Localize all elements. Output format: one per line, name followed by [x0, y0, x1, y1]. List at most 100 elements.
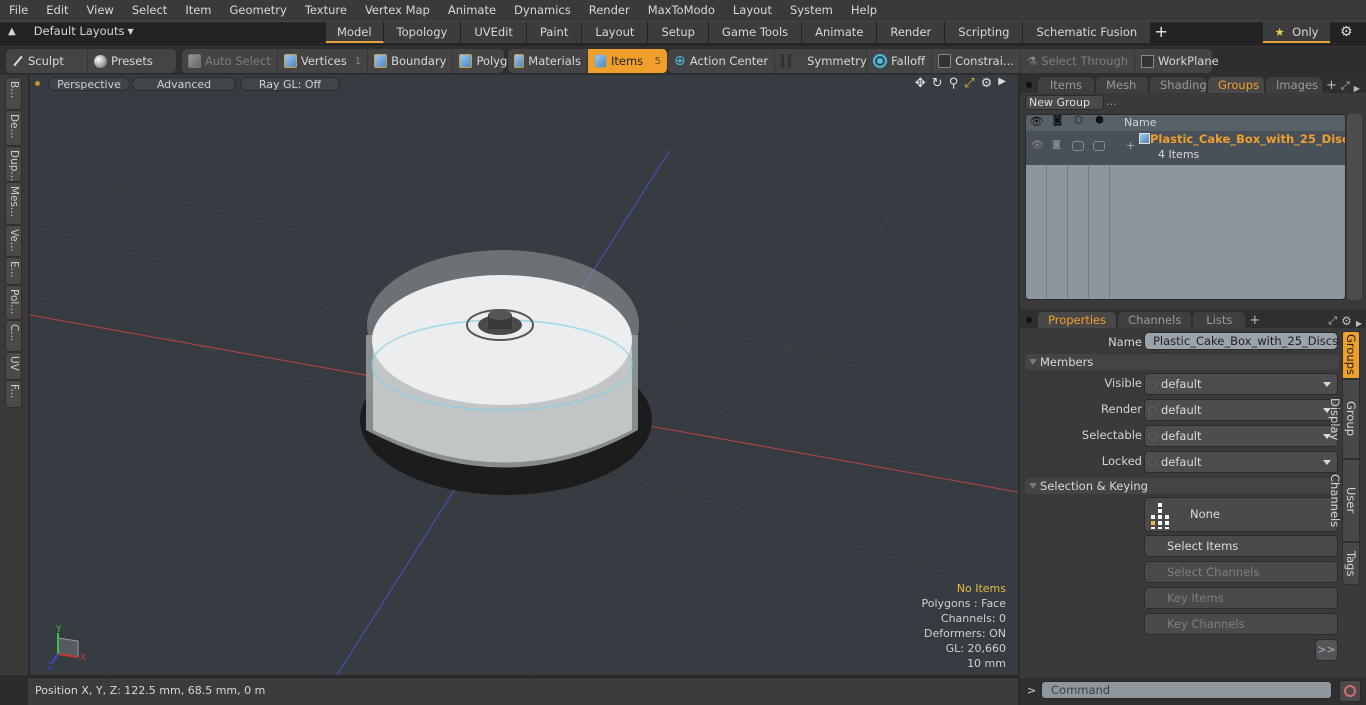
layouts-dropdown[interactable]: ▲ Default Layouts ▼ — [8, 24, 134, 38]
menu-geometry[interactable]: Geometry — [221, 0, 296, 21]
menu-help[interactable]: Help — [842, 0, 886, 21]
select-items-button[interactable]: Select Items — [1144, 535, 1338, 557]
only-button[interactable]: ★ Only — [1263, 22, 1330, 43]
panel-dot-icon[interactable] — [1026, 82, 1032, 88]
menu-select[interactable]: Select — [123, 0, 176, 21]
tab-schematic-fusion[interactable]: Schematic Fusion — [1023, 22, 1152, 43]
menu-maxtomodo[interactable]: MaxToModo — [639, 0, 724, 21]
tab-mesh[interactable]: Mesh ... — [1096, 77, 1148, 108]
tab-layout[interactable]: Layout — [582, 22, 649, 43]
items-button[interactable]: Items 5 — [588, 49, 668, 73]
maximize-icon[interactable]: ⤢ — [1341, 79, 1350, 93]
row-lock-checkbox[interactable] — [1093, 141, 1105, 151]
row-select-checkbox[interactable] — [1072, 141, 1084, 151]
menu-edit[interactable]: Edit — [37, 0, 77, 21]
tab-items[interactable]: Items — [1038, 77, 1094, 93]
tab-lists[interactable]: Lists — [1193, 312, 1246, 328]
move-view-icon[interactable]: ✥ — [915, 76, 926, 91]
left-tab-edge[interactable]: E... — [5, 257, 22, 285]
select-header-icon[interactable]: ⬡ — [1068, 115, 1089, 131]
tab-setup[interactable]: Setup — [648, 22, 709, 43]
tab-paint[interactable]: Paint — [526, 22, 583, 43]
name-column-header[interactable]: Name — [1124, 115, 1156, 131]
more-button[interactable]: >> — [1315, 639, 1338, 661]
add-panel-tab-icon[interactable]: + — [1326, 78, 1337, 93]
none-selector[interactable]: None — [1144, 497, 1338, 532]
tab-images[interactable]: Images — [1266, 77, 1322, 93]
presets-button[interactable]: Presets — [88, 49, 159, 73]
menu-view[interactable]: View — [78, 0, 123, 21]
selectable-dropdown[interactable]: default — [1144, 425, 1338, 447]
key-channels-button[interactable]: Key Channels — [1144, 613, 1338, 635]
add-tab-icon[interactable]: + — [1151, 22, 1171, 44]
record-macro-button[interactable] — [1339, 680, 1361, 702]
left-tab-curve[interactable]: C... — [5, 320, 22, 352]
expand-plus-icon[interactable]: + — [1126, 139, 1135, 152]
group-row[interactable]: 👁 ◙ + Plastic_Cake_Box_with_25_Disc... 4… — [1026, 131, 1345, 165]
auto-select-button[interactable]: Auto Select — [182, 49, 278, 73]
menu-dynamics[interactable]: Dynamics — [505, 0, 580, 21]
tab-render[interactable]: Render — [877, 22, 946, 43]
menu-layout[interactable]: Layout — [724, 0, 781, 21]
render-header-icon[interactable]: ◙ — [1047, 115, 1068, 131]
left-tab-deform[interactable]: De... — [5, 110, 22, 146]
new-group-button[interactable]: New Group — [1025, 95, 1104, 110]
falloff-button[interactable]: Falloff — [867, 49, 933, 73]
left-tab-basic[interactable]: B... — [5, 77, 22, 110]
visibility-header-icon[interactable]: 👁 — [1026, 115, 1047, 131]
zoom-view-icon[interactable]: ⚲ — [949, 76, 959, 91]
tab-scripting[interactable]: Scripting — [945, 22, 1024, 43]
tab-model[interactable]: Model — [326, 22, 384, 43]
command-input[interactable]: Command — [1041, 681, 1332, 699]
members-section[interactable]: Members — [1025, 354, 1339, 370]
properties-gear-icon[interactable]: ⚙ — [1341, 314, 1352, 328]
left-tab-fusion[interactable]: F... — [5, 380, 22, 408]
side-tab-groups[interactable]: Groups — [1342, 331, 1360, 379]
viewport-gear-icon[interactable]: ⚙ — [981, 76, 993, 91]
tab-uvedit[interactable]: UVEdit — [461, 22, 527, 43]
maximize-icon[interactable]: ⤢ — [1328, 314, 1337, 328]
viewport-dot-icon[interactable] — [35, 81, 40, 86]
lock-header-icon[interactable]: ⬢ — [1089, 115, 1110, 131]
left-tab-vertex[interactable]: Ve... — [5, 225, 22, 257]
key-items-button[interactable]: Key Items — [1144, 587, 1338, 609]
locked-dropdown[interactable]: default — [1144, 451, 1338, 473]
tab-properties[interactable]: Properties — [1038, 312, 1117, 328]
left-tab-mesh-edit[interactable]: Mes... — [5, 182, 22, 225]
3d-viewport[interactable]: Y X Z Perspective Advanced Ray GL: Off ✥… — [30, 75, 1018, 675]
materials-button[interactable]: Materials — [508, 49, 588, 73]
add-properties-tab-icon[interactable]: + — [1249, 313, 1260, 328]
advanced-button[interactable]: Advanced — [132, 76, 236, 91]
panel-dot-icon[interactable] — [1026, 317, 1032, 323]
select-channels-button[interactable]: Select Channels — [1144, 561, 1338, 583]
collapse-arrow-icon[interactable]: ▲ — [8, 26, 16, 37]
vertices-button[interactable]: Vertices 1 — [278, 49, 369, 73]
menu-texture[interactable]: Texture — [296, 0, 356, 21]
left-tab-duplicate[interactable]: Dup... — [5, 146, 22, 182]
selection-keying-section[interactable]: Selection & Keying — [1025, 478, 1339, 494]
menu-vertex-map[interactable]: Vertex Map — [356, 0, 439, 21]
select-through-button[interactable]: ⚗ Select Through — [1021, 49, 1136, 73]
row-visibility-icon[interactable]: 👁 — [1031, 140, 1044, 151]
constraints-button[interactable]: Constrai... — [932, 49, 1021, 73]
symmetry-button[interactable]: Symmetry — [775, 49, 868, 73]
menu-system[interactable]: System — [781, 0, 842, 21]
menu-animate[interactable]: Animate — [439, 0, 505, 21]
visible-dropdown[interactable]: default — [1144, 373, 1338, 395]
properties-expand-icon[interactable]: ▶ — [1356, 319, 1362, 328]
tab-animate[interactable]: Animate — [802, 22, 878, 43]
name-field[interactable]: Plastic_Cake_Box_with_25_Discs (6) — [1144, 332, 1338, 364]
render-dropdown[interactable]: default — [1144, 399, 1338, 421]
menu-render[interactable]: Render — [580, 0, 639, 21]
gear-icon[interactable]: ⚙ — [1340, 24, 1353, 40]
boundary-button[interactable]: Boundary — [368, 49, 454, 73]
tab-topology[interactable]: Topology — [383, 22, 462, 43]
sculpt-button[interactable]: Sculpt — [6, 49, 88, 73]
group-list-scrollbar[interactable] — [1347, 114, 1362, 300]
perspective-button[interactable]: Perspective — [48, 76, 130, 91]
tab-groups[interactable]: Groups — [1208, 77, 1264, 93]
fit-view-icon[interactable]: ⤢ — [964, 76, 974, 91]
menu-file[interactable]: File — [0, 0, 37, 21]
left-tab-polygon[interactable]: Pol... — [5, 285, 22, 320]
tab-game-tools[interactable]: Game Tools — [708, 22, 803, 43]
